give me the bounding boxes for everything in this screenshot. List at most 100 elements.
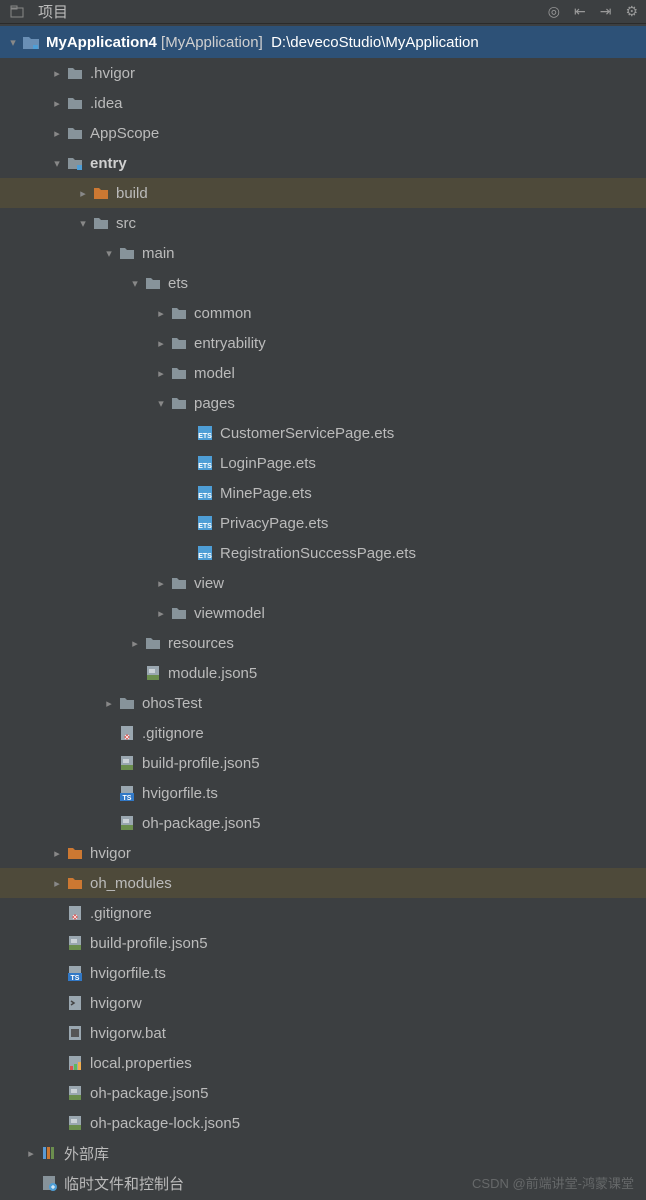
sh-icon — [66, 994, 84, 1012]
tree-item[interactable]: ▸ ohosTest — [0, 688, 646, 718]
tree-item[interactable]: ▸AppScope — [0, 118, 646, 148]
chevron-right-icon[interactable]: ▸ — [126, 637, 144, 650]
tree-item[interactable]: ▾main — [0, 238, 646, 268]
chevron-down-icon[interactable]: ▾ — [74, 217, 92, 230]
folder-o-icon — [66, 844, 84, 862]
tree-item[interactable]: oh-package.json5 — [0, 1078, 646, 1108]
folder-icon — [170, 364, 188, 382]
tree-item-label: 外部库 — [64, 1143, 109, 1164]
chevron-right-icon[interactable]: ▸ — [152, 577, 170, 590]
tree-item-label: viewmodel — [194, 605, 265, 622]
ets-icon: ETS — [196, 544, 214, 562]
chevron-right-icon[interactable]: ▸ — [48, 67, 66, 80]
tree-root[interactable]: ▾ MyApplication4 [MyApplication] D:\deve… — [0, 26, 646, 58]
toolbar-title: 项目 — [38, 1, 68, 22]
tree-item-label: LoginPage.ets — [220, 455, 316, 472]
chevron-right-icon[interactable]: ▸ — [152, 367, 170, 380]
tree-item[interactable]: build-profile.json5 — [0, 928, 646, 958]
folder-icon — [170, 574, 188, 592]
chevron-right-icon[interactable]: ▸ — [22, 1147, 40, 1160]
chevron-right-icon[interactable]: ▸ — [74, 187, 92, 200]
tree-item-label: entry — [90, 155, 127, 172]
tree-item[interactable]: ETS LoginPage.ets — [0, 448, 646, 478]
tree-item-label: .hvigor — [90, 65, 135, 82]
tree-item[interactable]: ▸ oh_modules — [0, 868, 646, 898]
tree-item[interactable]: ▸ viewmodel — [0, 598, 646, 628]
tree-item-label: build — [116, 185, 148, 202]
tree-item[interactable]: hvigorw.bat — [0, 1018, 646, 1048]
chevron-down-icon[interactable]: ▾ — [4, 36, 22, 49]
chevron-right-icon[interactable]: ▸ — [152, 337, 170, 350]
tree-item[interactable]: ETSMinePage.ets — [0, 478, 646, 508]
tree-item[interactable]: ▸common — [0, 298, 646, 328]
prop-icon — [66, 1054, 84, 1072]
tree-item[interactable]: module.json5 — [0, 658, 646, 688]
settings-icon[interactable]: ⚙ — [625, 3, 638, 20]
tree-item-label: oh_modules — [90, 875, 172, 892]
tree-item[interactable]: TShvigorfile.ts — [0, 778, 646, 808]
tree-item[interactable]: hvigorw — [0, 988, 646, 1018]
chevron-right-icon[interactable]: ▸ — [152, 307, 170, 320]
tree-item-label: .gitignore — [90, 905, 152, 922]
toolbar: 项目 ◎ ⇤ ⇥ ⚙ — [0, 0, 646, 24]
chevron-right-icon[interactable]: ▸ — [48, 97, 66, 110]
tree-item[interactable]: ETSRegistrationSuccessPage.ets — [0, 538, 646, 568]
chevron-down-icon[interactable]: ▾ — [48, 157, 66, 170]
chevron-down-icon[interactable]: ▾ — [100, 247, 118, 260]
tree-item[interactable]: oh-package-lock.json5 — [0, 1108, 646, 1138]
tree-item-label: local.properties — [90, 1055, 192, 1072]
collapse-icon[interactable]: ⇤ — [574, 3, 586, 20]
target-icon[interactable]: ◎ — [548, 3, 560, 20]
ets-icon: ETS — [196, 454, 214, 472]
folder-o-icon — [92, 184, 110, 202]
ets-icon: ETS — [196, 424, 214, 442]
tree-item[interactable]: ▾src — [0, 208, 646, 238]
tree-item[interactable]: ▸ .idea — [0, 88, 646, 118]
chevron-down-icon[interactable]: ▾ — [126, 277, 144, 290]
tree-item-label: pages — [194, 395, 235, 412]
svg-text:ETS: ETS — [198, 463, 212, 470]
tree-item[interactable]: .gitignore — [0, 718, 646, 748]
svg-text:ETS: ETS — [198, 553, 212, 560]
svg-text:ETS: ETS — [198, 523, 212, 530]
tree-item[interactable]: ▸hvigor — [0, 838, 646, 868]
tree-item[interactable]: ETSCustomerServicePage.ets — [0, 418, 646, 448]
tree-item-label: .idea — [90, 95, 123, 112]
tree-item-label: ohosTest — [142, 695, 202, 712]
ets-icon: ETS — [196, 514, 214, 532]
chevron-right-icon[interactable]: ▸ — [152, 607, 170, 620]
tree-item[interactable]: ▾ets — [0, 268, 646, 298]
chevron-right-icon[interactable]: ▸ — [48, 847, 66, 860]
tree-item[interactable]: build-profile.json5 — [0, 748, 646, 778]
tree-item[interactable]: .gitignore — [0, 898, 646, 928]
tree-item[interactable]: ▸view — [0, 568, 646, 598]
root-bracket: [MyApplication] — [161, 34, 263, 51]
tree-item-label: MinePage.ets — [220, 485, 312, 502]
tree-item[interactable]: ▸ .hvigor — [0, 58, 646, 88]
tree-item-label: entryability — [194, 335, 266, 352]
tree-item[interactable]: ▸ build — [0, 178, 646, 208]
tree-item[interactable]: local.properties — [0, 1048, 646, 1078]
tree-item-label: hvigorw.bat — [90, 1025, 166, 1042]
tree-item[interactable]: ▸ entryability — [0, 328, 646, 358]
git-icon — [118, 724, 136, 742]
folder-icon — [66, 124, 84, 142]
chevron-right-icon[interactable]: ▸ — [100, 697, 118, 710]
tree-item-label: build-profile.json5 — [90, 935, 208, 952]
folder-icon — [170, 334, 188, 352]
tree-item[interactable]: TShvigorfile.ts — [0, 958, 646, 988]
json5-icon — [118, 814, 136, 832]
tree-item[interactable]: ▸resources — [0, 628, 646, 658]
chevron-right-icon[interactable]: ▸ — [48, 877, 66, 890]
tree-item[interactable]: ▸ 外部库 — [0, 1138, 646, 1168]
tree-item[interactable]: ETSPrivacyPage.ets — [0, 508, 646, 538]
tree-item[interactable]: oh-package.json5 — [0, 808, 646, 838]
expand-icon[interactable]: ⇥ — [600, 3, 612, 20]
chevron-right-icon[interactable]: ▸ — [48, 127, 66, 140]
tree-item-label: 临时文件和控制台 — [64, 1173, 184, 1194]
chevron-down-icon[interactable]: ▾ — [152, 397, 170, 410]
tree-item[interactable]: ▾ pages — [0, 388, 646, 418]
tree-item[interactable]: ▸model — [0, 358, 646, 388]
folder-icon — [118, 244, 136, 262]
tree-item[interactable]: ▾ entry — [0, 148, 646, 178]
